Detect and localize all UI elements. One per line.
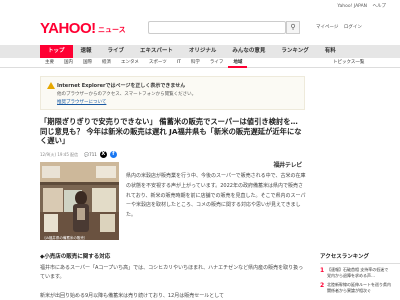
search-input[interactable] <box>148 21 286 34</box>
store-photo-illustration <box>40 162 119 240</box>
category-local[interactable]: 地域 <box>228 58 248 68</box>
article-date: 12/9(火) 19:45 配信 <box>40 151 79 157</box>
facebook-icon: f <box>112 151 115 157</box>
tab-original[interactable]: オリジナル <box>181 45 225 58</box>
recommended-browser-link[interactable]: 推奨ブラウザーについて <box>57 99 106 105</box>
category-science[interactable]: 科学 <box>186 58 205 68</box>
topics-list-link[interactable]: トピックス一覧 <box>333 58 364 68</box>
x-icon: X <box>101 151 106 157</box>
browser-warning: Internet Explorerではページを正しく表示できません 他のブラウザ… <box>40 76 305 110</box>
category-sports[interactable]: スポーツ <box>144 58 172 68</box>
article-paragraph: 福井市にあるスーパー「Aコープいち高」では、コシヒカリやいちほまれ、ハナエチゼン… <box>40 265 304 280</box>
tab-ranking[interactable]: ランキング <box>273 45 316 58</box>
tab-opinions[interactable]: みんなの意見 <box>224 45 273 58</box>
utility-bar: Yahoo! JAPAN ヘルプ <box>0 0 400 12</box>
article-headline: 「期限ぎりぎりで安売りできない」 備蓄米の販売でスーパーは値引き検討を… 同じ意… <box>40 117 302 145</box>
warning-text: 他のブラウザーからのアクセス、スマートフォンから閲覧ください。 <box>57 92 197 97</box>
ranking-number: 2 <box>320 282 325 289</box>
yahoo-logo[interactable]: YAHOO! <box>40 20 96 37</box>
share-facebook-button[interactable]: f <box>109 151 117 158</box>
ranking-item[interactable]: 2 北陸新幹線の延伸ルートを巡り県内関係者から異論が相次ぐ <box>320 282 400 294</box>
tab-live[interactable]: ライブ <box>100 45 133 58</box>
user-links: マイページ ログイン <box>316 24 366 30</box>
article-paragraph: 新米が出回り始める9月以降も備蓄米は売り続けており、12月は販売セールとして <box>40 293 225 299</box>
news-logo[interactable]: ニュース <box>98 25 126 35</box>
share-x-button[interactable]: X <box>99 151 107 158</box>
category-world[interactable]: 国際 <box>78 58 97 68</box>
ranking-number: 1 <box>320 267 325 274</box>
comment-count: 711 <box>89 152 97 157</box>
photo-caption: （JA福井県の備蓄米の販売） <box>42 236 88 240</box>
article-body: 県内の米穀店が販売業を行う中、今後のスーパーで販売される中で、古米の在庫の状態を… <box>126 173 306 219</box>
ranking-text: 【速報】石破首相 支持率の低迷で党内から退陣を求める声… <box>327 267 389 278</box>
comment-link[interactable]: 💬 711 <box>84 152 97 157</box>
tab-paid[interactable]: 有料 <box>317 45 344 58</box>
yahoo-japan-link[interactable]: Yahoo! JAPAN <box>337 4 367 9</box>
header: YAHOO! ニュース ⚲ マイページ ログイン <box>0 12 400 45</box>
section-heading: ◆小売店の販売に関する対応 <box>40 254 111 260</box>
ranking-title: アクセスランキング <box>320 252 400 264</box>
source-name: 福井テレビ <box>273 162 302 169</box>
category-main[interactable]: 主要 <box>40 58 59 68</box>
tab-breaking[interactable]: 速報 <box>73 45 100 58</box>
access-ranking: アクセスランキング 1 【速報】石破首相 支持率の低迷で党内から退陣を求める声…… <box>320 252 400 294</box>
category-life[interactable]: ライフ <box>205 58 229 68</box>
category-nav: 主要 国内 国際 経済 エンタメ スポーツ IT 科学 ライフ 地域 トピックス… <box>0 58 400 68</box>
login-link[interactable]: ログイン <box>344 25 362 30</box>
ranking-item[interactable]: 1 【速報】石破首相 支持率の低迷で党内から退陣を求める声… <box>320 267 400 279</box>
warning-icon <box>47 82 55 89</box>
utility-links: Yahoo! JAPAN ヘルプ <box>333 3 386 9</box>
source-logo: 福井テレビ <box>126 160 312 169</box>
article-photo[interactable] <box>40 162 119 240</box>
mypage-link[interactable]: マイページ <box>316 25 338 30</box>
category-entertainment[interactable]: エンタメ <box>116 58 144 68</box>
tab-expert[interactable]: エキスパート <box>132 45 181 58</box>
category-it[interactable]: IT <box>172 58 186 68</box>
warning-title: Internet Explorerではページを正しく表示できません <box>57 83 186 89</box>
help-link[interactable]: ヘルプ <box>373 4 387 9</box>
tab-top[interactable]: トップ <box>40 45 73 58</box>
category-economy[interactable]: 経済 <box>97 58 116 68</box>
article-meta: 12/9(火) 19:45 配信 💬 711 X f <box>40 151 117 158</box>
search-button[interactable]: ⚲ <box>286 21 300 34</box>
main-nav: トップ 速報 ライブ エキスパート オリジナル みんなの意見 ランキング 有料 <box>0 45 400 58</box>
search-icon: ⚲ <box>290 23 296 31</box>
ranking-text: 北陸新幹線の延伸ルートを巡り県内関係者から異論が相次ぐ <box>327 282 391 293</box>
category-domestic[interactable]: 国内 <box>59 58 78 68</box>
